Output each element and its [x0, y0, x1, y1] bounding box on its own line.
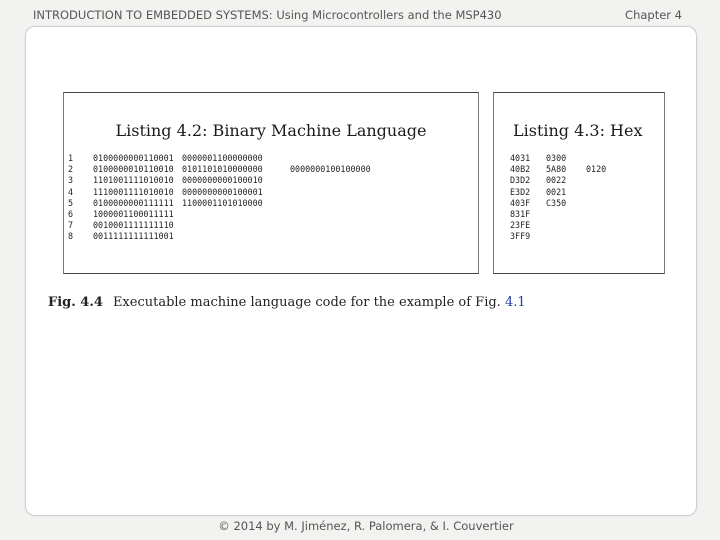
- binary-word: [182, 231, 290, 242]
- binary-word: 1000001100011111: [93, 209, 174, 220]
- hex-word: [546, 209, 586, 220]
- line-number: 1: [68, 153, 74, 163]
- binary-word: 1100001101010000: [182, 197, 263, 208]
- hex-word: E3D2: [510, 186, 531, 197]
- hex-word: 4031: [510, 153, 531, 163]
- binary-code-line: 0100000000111111 1100001101010000: [93, 198, 371, 209]
- line-number: 7: [68, 220, 74, 231]
- hex-word: [546, 220, 586, 231]
- hex-word: 0021: [546, 186, 567, 197]
- line-number: 5: [68, 197, 74, 208]
- binary-code-line: 0011111111111001: [93, 231, 371, 242]
- binary-word: 0000001100000000: [182, 153, 263, 163]
- binary-code-line: 0100000000110001 0000001100000000: [93, 153, 371, 164]
- hex-word: 0022: [546, 175, 567, 186]
- hex-word: 40B2: [510, 164, 531, 175]
- binary-word: 0100000010110010: [93, 164, 174, 175]
- hex-listing: Listing 4.3: Hex 4031 0300 40B2 5A80 0120 D3D…: [493, 92, 665, 274]
- binary-code: 0100000000110001 0000001100000000 01000000…: [93, 153, 371, 243]
- binary-word: 1110001111010010: [93, 186, 174, 197]
- binary-listing-title: Listing 4.2: Binary Machine Language: [115, 121, 427, 140]
- hex-code: 4031 0300 40B2 5A80 0120 D3D2 0022 E3D2 0021 403F…: [510, 153, 606, 243]
- hex-code-line: 3FF9: [510, 231, 606, 242]
- hex-word: 5A80: [546, 164, 567, 175]
- line-number: 3: [68, 175, 74, 186]
- hex-word: [546, 231, 586, 242]
- binary-word: 0000000100100000: [290, 164, 371, 175]
- hex-code-line: D3D2 0022: [510, 175, 606, 186]
- hex-word: 23FE: [510, 220, 531, 231]
- binary-word: 0100000000110001: [93, 153, 174, 163]
- binary-word: 0010001111111110: [93, 220, 174, 231]
- hex-code-line: 403F C350: [510, 198, 606, 209]
- binary-word: [182, 209, 290, 220]
- line-number: 6: [68, 209, 74, 220]
- binary-code-line: 1110001111010010 0000000000100001: [93, 187, 371, 198]
- binary-code-line: 0100000010110010 0101101010000000 00000001…: [93, 164, 371, 175]
- line-number: 4: [68, 186, 74, 197]
- hex-code-line: 831F: [510, 209, 606, 220]
- figure-reference-link[interactable]: 4.1: [505, 295, 526, 310]
- binary-word: 0000000000100001: [182, 186, 263, 197]
- hex-word: 831F: [510, 209, 531, 220]
- binary-word: 0000000000100010: [182, 175, 263, 186]
- figure-caption: Fig. 4.4 Executable machine language code…: [48, 295, 526, 310]
- binary-word: 0100000000111111: [93, 197, 174, 208]
- chapter-label: Chapter 4: [625, 8, 682, 22]
- hex-code-line: 23FE: [510, 220, 606, 231]
- figure-caption-text: Executable machine language code for the…: [112, 295, 501, 310]
- copyright-footer: © 2014 by M. Jiménez, R. Palomera, & I. …: [218, 519, 514, 533]
- figure-label: Fig. 4.4: [48, 295, 103, 310]
- hex-word: 0300: [546, 153, 567, 163]
- hex-word: 3FF9: [510, 231, 531, 242]
- line-numbers: 12345678: [64, 153, 90, 243]
- hex-word: D3D2: [510, 175, 531, 186]
- header-title: INTRODUCTION TO EMBEDDED SYSTEMS: Using …: [33, 8, 502, 22]
- hex-code-line: E3D2 0021: [510, 187, 606, 198]
- hex-word: 403F: [510, 197, 531, 208]
- hex-word: C350: [546, 197, 567, 208]
- hex-listing-title: Listing 4.3: Hex: [513, 121, 643, 140]
- binary-code-line: 1000001100011111: [93, 209, 371, 220]
- binary-code-line: 0010001111111110: [93, 220, 371, 231]
- binary-code-line: 1101001111010010 0000000000100010: [93, 175, 371, 186]
- binary-word: 0011111111111001: [93, 231, 174, 242]
- binary-word: 1101001111010010: [93, 175, 174, 186]
- line-number: 2: [68, 164, 74, 175]
- hex-code-line: 4031 0300: [510, 153, 606, 164]
- line-number: 8: [68, 231, 74, 242]
- binary-word: 0101101010000000: [182, 164, 263, 175]
- binary-listing: Listing 4.2: Binary Machine Language 123…: [63, 92, 479, 274]
- hex-word: 0120: [586, 164, 607, 175]
- binary-word: [182, 220, 290, 231]
- hex-code-line: 40B2 5A80 0120: [510, 164, 606, 175]
